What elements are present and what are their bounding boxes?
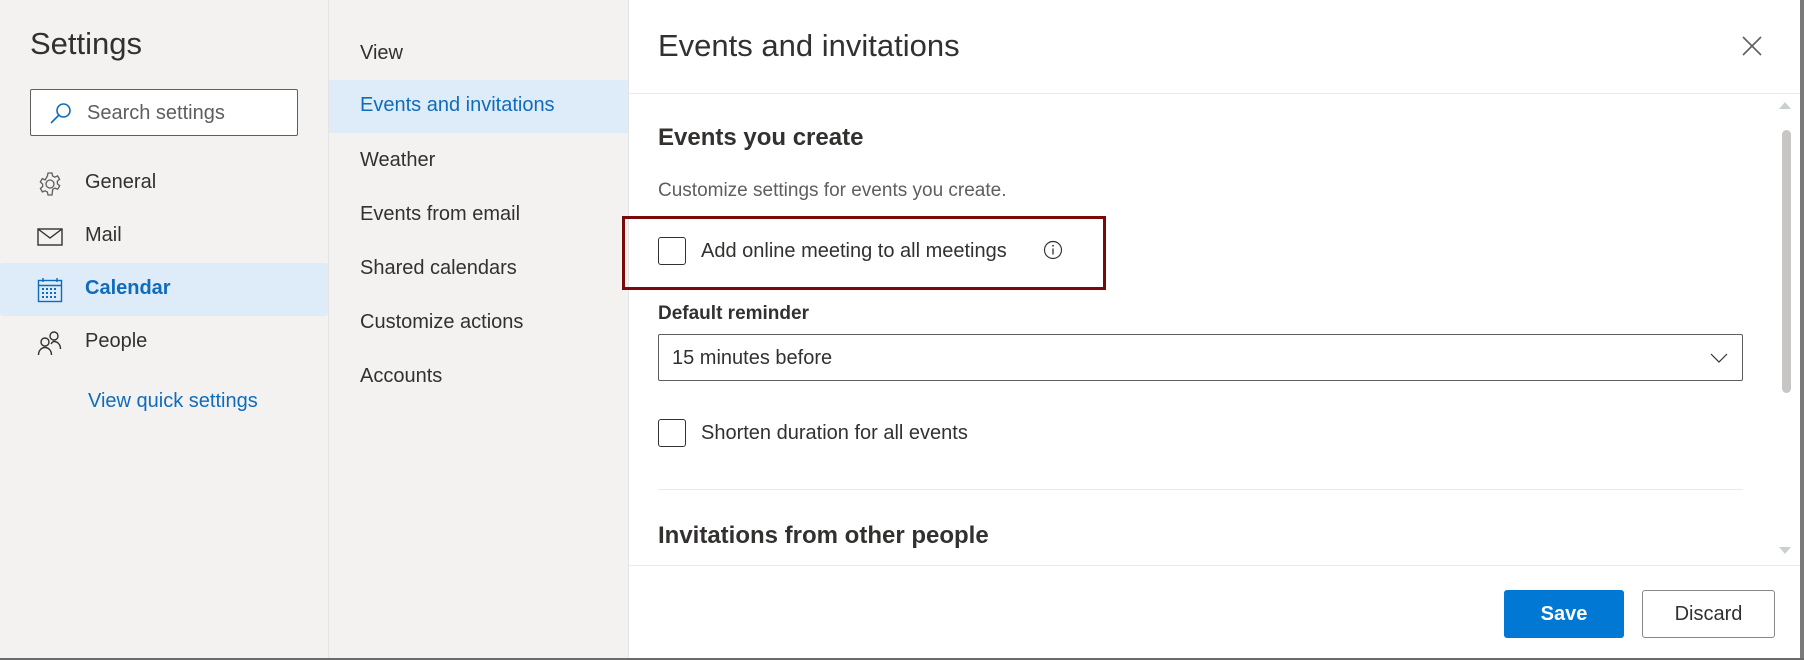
subnav-label: View xyxy=(360,42,403,64)
subnav-item-view[interactable]: View xyxy=(329,28,628,81)
nav-item-people[interactable]: People xyxy=(0,316,328,369)
calendar-subnav-pane: View Events and invitations Weather Even… xyxy=(329,0,629,660)
info-icon[interactable] xyxy=(1043,240,1063,260)
panel-title: Events and invitations xyxy=(658,28,960,63)
discard-button[interactable]: Discard xyxy=(1642,590,1775,638)
close-icon[interactable] xyxy=(1740,34,1764,58)
nav-item-general[interactable]: General xyxy=(0,157,328,210)
nav-label: General xyxy=(85,171,157,193)
section-title-invitations: Invitations from other people xyxy=(658,522,989,549)
subnav-item-events-and-invitations[interactable]: Events and invitations xyxy=(329,80,628,133)
subnav-item-events-from-email[interactable]: Events from email xyxy=(329,189,628,242)
nav-label: Mail xyxy=(85,224,122,246)
nav-item-mail[interactable]: Mail xyxy=(0,210,328,263)
search-settings-box[interactable] xyxy=(30,89,298,136)
save-button[interactable]: Save xyxy=(1504,590,1624,638)
gear-icon xyxy=(39,172,61,196)
mail-icon xyxy=(37,228,63,246)
subnav-item-weather[interactable]: Weather xyxy=(329,135,628,188)
subnav-item-accounts[interactable]: Accounts xyxy=(329,351,628,404)
section-title-events-you-create: Events you create xyxy=(658,124,864,151)
online-meeting-checkbox[interactable] xyxy=(658,237,686,265)
shorten-duration-checkbox[interactable] xyxy=(658,419,686,447)
subnav-label: Shared calendars xyxy=(360,257,517,279)
view-quick-settings-link[interactable]: View quick settings xyxy=(88,390,258,413)
online-meeting-label[interactable]: Add online meeting to all meetings xyxy=(701,240,1007,263)
subnav-label: Customize actions xyxy=(360,311,524,333)
subnav-label: Weather xyxy=(360,149,436,171)
section-divider xyxy=(658,489,1743,490)
nav-label: Calendar xyxy=(85,277,171,299)
chevron-down-icon xyxy=(1710,353,1728,363)
window-right-edge xyxy=(1800,0,1804,660)
default-reminder-label: Default reminder xyxy=(658,303,809,324)
nav-item-calendar[interactable]: Calendar xyxy=(0,263,328,316)
calendar-icon xyxy=(37,278,63,303)
subnav-item-customize-actions[interactable]: Customize actions xyxy=(329,297,628,350)
scroll-down-arrow[interactable] xyxy=(1779,547,1791,554)
nav-label: People xyxy=(85,330,148,352)
subnav-label: Events from email xyxy=(360,203,521,225)
scroll-up-arrow[interactable] xyxy=(1779,102,1791,109)
shorten-duration-label[interactable]: Shorten duration for all events xyxy=(701,422,968,445)
panel-footer: Save Discard xyxy=(629,565,1800,659)
people-icon xyxy=(37,331,62,356)
header-divider xyxy=(629,93,1800,94)
settings-nav-pane: Settings General Mail xyxy=(0,0,329,660)
search-icon xyxy=(50,103,71,124)
subnav-label: Accounts xyxy=(360,365,443,387)
subnav-label: Events and invitations xyxy=(360,94,555,116)
search-input[interactable] xyxy=(85,96,289,130)
default-reminder-value: 15 minutes before xyxy=(672,347,833,369)
scrollbar-thumb[interactable] xyxy=(1782,130,1791,393)
settings-title: Settings xyxy=(30,26,143,61)
subnav-item-shared-calendars[interactable]: Shared calendars xyxy=(329,243,628,296)
settings-content-panel: Events and invitations Events you create… xyxy=(622,0,1800,659)
section-description: Customize settings for events you create… xyxy=(658,180,1007,201)
default-reminder-dropdown[interactable]: 15 minutes before xyxy=(658,334,1743,381)
